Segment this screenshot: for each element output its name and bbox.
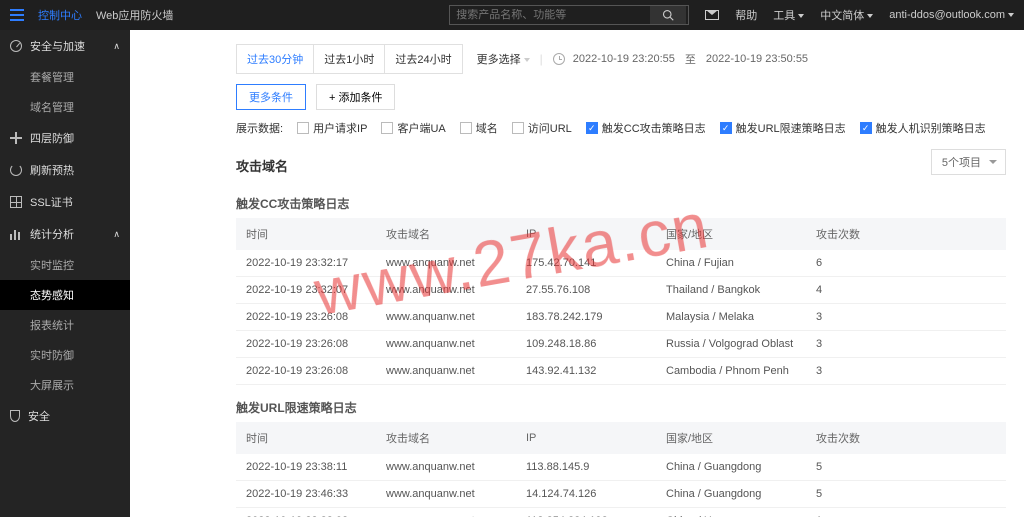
breadcrumb: 控制中心 Web应用防火墙	[38, 7, 173, 23]
table-cc: 时间 攻击域名 IP 国家/地区 攻击次数 2022-10-19 23:32:1…	[236, 218, 1006, 385]
table-row: 2022-10-19 23:26:08www.anquanw.net183.78…	[236, 304, 1006, 331]
clock-icon	[553, 53, 565, 65]
overview-heading: 攻击域名	[236, 156, 288, 175]
tab-24h[interactable]: 过去24小时	[385, 45, 461, 73]
sidebar-item-situation[interactable]: 态势感知	[0, 280, 130, 310]
time-range-tabs: 过去30分钟 过去1小时 过去24小时	[236, 44, 463, 74]
breadcrumb-page: Web应用防火墙	[96, 7, 173, 23]
table-row: 2022-10-19 23:26:08www.anquanw.net143.92…	[236, 358, 1006, 385]
tab-1h[interactable]: 过去1小时	[314, 45, 385, 73]
check-client-ua[interactable]: 客户端UA	[381, 120, 445, 136]
breadcrumb-home[interactable]: 控制中心	[38, 7, 82, 23]
check-captcha-log[interactable]: 触发人机识别策略日志	[860, 120, 986, 136]
tools-dropdown[interactable]: 工具	[773, 7, 804, 23]
search-icon	[662, 9, 674, 21]
sidebar-group-l4[interactable]: 四层防御	[0, 122, 130, 154]
help-link[interactable]: 帮助	[735, 7, 757, 23]
table-row: 2022-10-19 23:38:11www.anquanw.net113.88…	[236, 454, 1006, 481]
table-row: 2022-10-19 23:46:33www.anquanw.net14.124…	[236, 481, 1006, 508]
sidebar-item-monitor[interactable]: 实时监控	[0, 250, 130, 280]
item-count-select[interactable]: 5个项目	[931, 149, 1006, 175]
more-conditions-button[interactable]: 更多条件	[236, 84, 306, 110]
section-cc-title: 触发CC攻击策略日志	[236, 195, 1006, 212]
table-row: 2022-10-19 23:32:17www.anquanw.net175.42…	[236, 250, 1006, 277]
tab-30min[interactable]: 过去30分钟	[237, 45, 314, 73]
time-separator: 至	[685, 51, 696, 67]
sidebar-item-bigscreen[interactable]: 大屏展示	[0, 370, 130, 400]
user-dropdown[interactable]: anti-ddos@outlook.com	[889, 9, 1014, 21]
sidebar: 安全与加速∧ 套餐管理 域名管理 四层防御 刷新预热 SSL证书 统计分析∧ 实…	[0, 30, 130, 517]
sidebar-group-stats[interactable]: 统计分析∧	[0, 218, 130, 250]
check-url-limit-log[interactable]: 触发URL限速策略日志	[720, 120, 846, 136]
check-cc-log[interactable]: 触发CC攻击策略日志	[586, 120, 706, 136]
lang-dropdown[interactable]: 中文简体	[820, 7, 873, 23]
table-row: 2022-10-19 23:28:02www.anquanw.net118.25…	[236, 508, 1006, 517]
sidebar-group-refresh[interactable]: 刷新预热	[0, 154, 130, 186]
sidebar-group-safety[interactable]: 安全	[0, 400, 130, 432]
search-box	[449, 5, 689, 25]
sidebar-group-security[interactable]: 安全与加速∧	[0, 30, 130, 62]
table-row: 2022-10-19 23:32:07www.anquanw.net27.55.…	[236, 277, 1006, 304]
time-to: 2022-10-19 23:50:55	[706, 53, 808, 65]
section-url-title: 触发URL限速策略日志	[236, 399, 1006, 416]
topbar: 控制中心 Web应用防火墙 帮助 工具 中文简体 anti-ddos@outlo…	[0, 0, 1024, 30]
table-url-limit: 时间 攻击域名 IP 国家/地区 攻击次数 2022-10-19 23:38:1…	[236, 422, 1006, 517]
search-button[interactable]	[650, 6, 686, 24]
show-data-label: 展示数据:	[236, 120, 283, 136]
check-url[interactable]: 访问URL	[512, 120, 572, 136]
check-user-ip[interactable]: 用户请求IP	[297, 120, 367, 136]
sidebar-group-ssl[interactable]: SSL证书	[0, 186, 130, 218]
time-from: 2022-10-19 23:20:55	[573, 53, 675, 65]
check-domain[interactable]: 域名	[460, 120, 498, 136]
mail-icon[interactable]	[705, 10, 719, 20]
sidebar-item-report[interactable]: 报表统计	[0, 310, 130, 340]
sidebar-item-package[interactable]: 套餐管理	[0, 62, 130, 92]
sidebar-item-realtime-defense[interactable]: 实时防御	[0, 340, 130, 370]
menu-icon[interactable]	[10, 9, 24, 21]
search-input[interactable]	[450, 9, 650, 21]
add-condition-button[interactable]: + 添加条件	[316, 84, 395, 110]
sidebar-item-domain[interactable]: 域名管理	[0, 92, 130, 122]
content-area: 过去30分钟 过去1小时 过去24小时 更多选择 | 2022-10-19 23…	[130, 30, 1024, 517]
more-time-select[interactable]: 更多选择	[477, 51, 530, 67]
table-row: 2022-10-19 23:26:08www.anquanw.net109.24…	[236, 331, 1006, 358]
